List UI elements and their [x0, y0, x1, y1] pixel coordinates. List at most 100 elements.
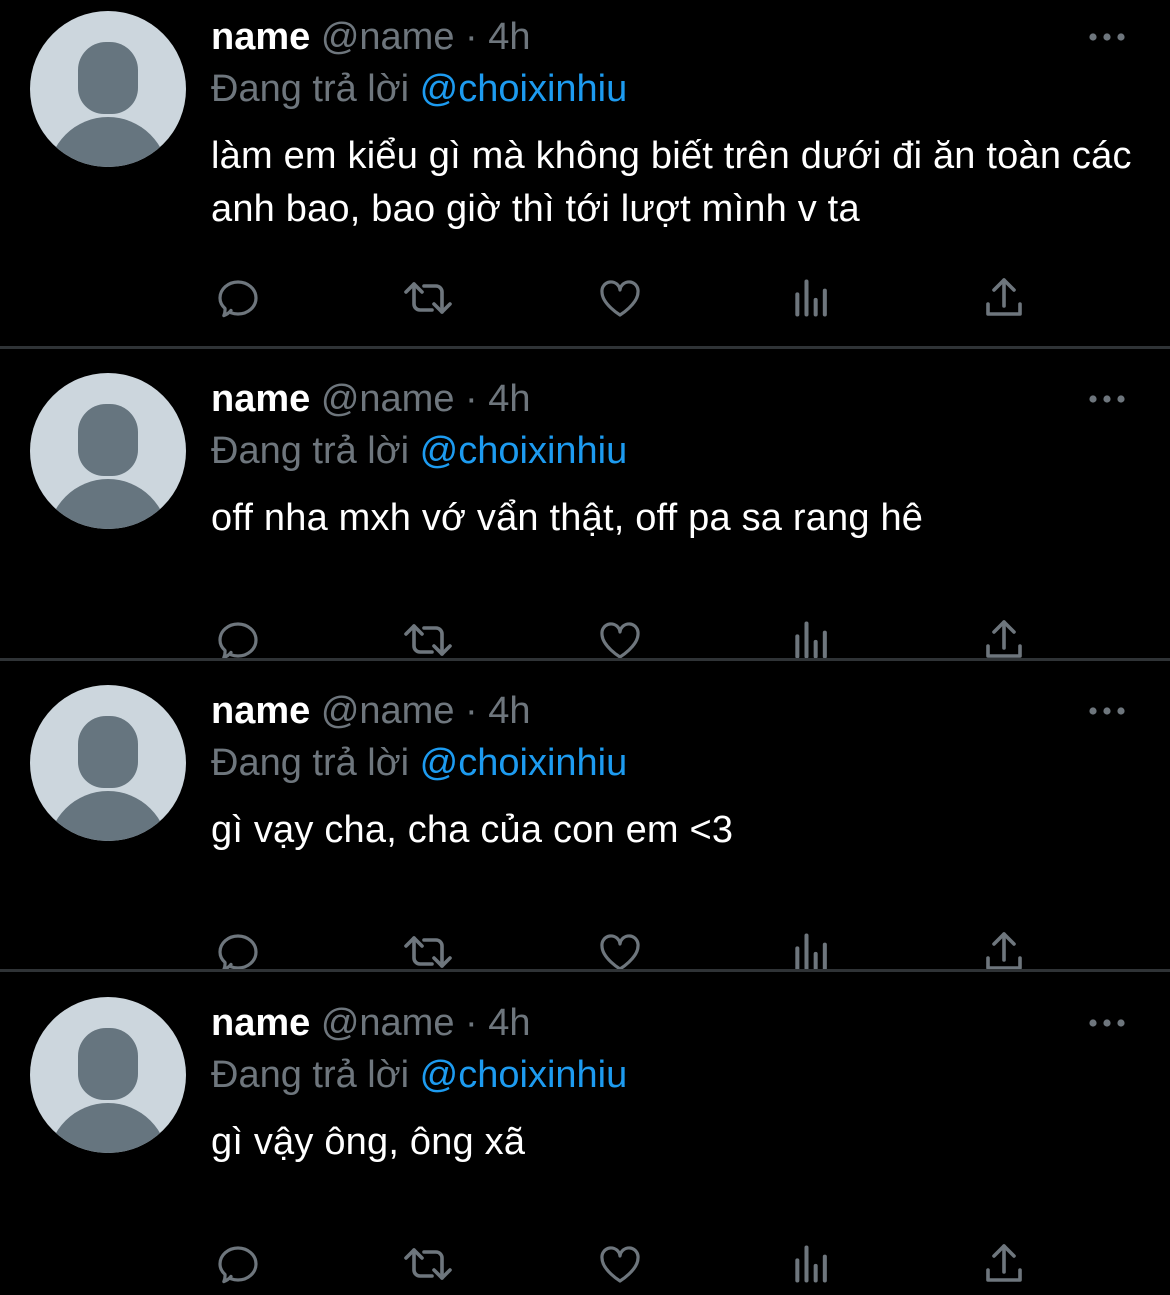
- analytics-icon: [790, 276, 834, 320]
- avatar-head: [78, 42, 138, 114]
- replying-to: Đang trả lời @choixinhiu: [211, 426, 627, 476]
- share-button[interactable]: [974, 610, 1034, 670]
- avatar[interactable]: [30, 997, 186, 1153]
- tweet[interactable]: name @name · 4h Đang trả lời @choixinhiu g…: [0, 986, 1170, 1295]
- replying-to: Đang trả lời @choixinhiu: [211, 64, 627, 114]
- tweet-header: name @name · 4h: [211, 12, 531, 62]
- more-button[interactable]: [1084, 20, 1130, 56]
- reply-mention-link[interactable]: @choixinhiu: [420, 1054, 628, 1096]
- avatar-body: [48, 791, 168, 841]
- reply-prefix: Đang trả lời: [211, 430, 410, 472]
- reply-prefix: Đang trả lời: [211, 68, 410, 110]
- timestamp[interactable]: 4h: [488, 378, 530, 420]
- tweet-text: làm em kiểu gì mà không biết trên dưới đ…: [211, 135, 1132, 230]
- tweet-header: name @name · 4h: [211, 686, 531, 736]
- retweet-icon: [399, 1240, 457, 1288]
- reply-icon: [213, 1240, 263, 1288]
- like-icon: [595, 616, 645, 664]
- reply-button[interactable]: [208, 610, 268, 670]
- avatar-body: [48, 479, 168, 529]
- more-button[interactable]: [1084, 382, 1130, 418]
- tweet-feed: name @name · 4h Đang trả lời @choixinhiu l…: [0, 0, 1170, 1284]
- display-name[interactable]: name: [211, 1002, 310, 1044]
- retweet-icon: [399, 616, 457, 664]
- analytics-icon: [790, 930, 834, 974]
- analytics-icon: [790, 618, 834, 662]
- avatar-head: [78, 404, 138, 476]
- more-horizontal-icon: [1087, 391, 1127, 409]
- replying-to: Đang trả lời @choixinhiu: [211, 738, 627, 788]
- more-horizontal-icon: [1087, 29, 1127, 47]
- user-handle[interactable]: @name: [321, 378, 455, 420]
- like-icon: [595, 1240, 645, 1288]
- more-horizontal-icon: [1087, 703, 1127, 721]
- reply-button[interactable]: [208, 268, 268, 328]
- tweet[interactable]: name @name · 4h Đang trả lời @choixinhiu g…: [0, 674, 1170, 983]
- reply-prefix: Đang trả lời: [211, 742, 410, 784]
- tweet-text: off nha mxh vớ vẩn thật, off pa sa rang …: [211, 497, 924, 539]
- tweet-header: name @name · 4h: [211, 998, 531, 1048]
- analytics-button[interactable]: [782, 1234, 842, 1294]
- analytics-button[interactable]: [782, 610, 842, 670]
- reply-mention-link[interactable]: @choixinhiu: [420, 68, 628, 110]
- avatar-body: [48, 117, 168, 167]
- tweet-header: name @name · 4h: [211, 374, 531, 424]
- replying-to: Đang trả lời @choixinhiu: [211, 1050, 627, 1100]
- reply-icon: [213, 274, 263, 322]
- avatar[interactable]: [30, 685, 186, 841]
- avatar-head: [78, 716, 138, 788]
- retweet-icon: [399, 274, 457, 322]
- reply-prefix: Đang trả lời: [211, 1054, 410, 1096]
- display-name[interactable]: name: [211, 378, 310, 420]
- analytics-button[interactable]: [782, 268, 842, 328]
- avatar[interactable]: [30, 11, 186, 167]
- reply-mention-link[interactable]: @choixinhiu: [420, 742, 628, 784]
- more-button[interactable]: [1084, 694, 1130, 730]
- avatar-head: [78, 1028, 138, 1100]
- like-button[interactable]: [590, 610, 650, 670]
- more-button[interactable]: [1084, 1006, 1130, 1042]
- tweet-text: gì vậy ông, ông xã: [211, 1121, 526, 1163]
- timestamp[interactable]: 4h: [488, 1002, 530, 1044]
- reply-mention-link[interactable]: @choixinhiu: [420, 430, 628, 472]
- retweet-button[interactable]: [398, 268, 458, 328]
- user-handle[interactable]: @name: [321, 690, 455, 732]
- divider: [0, 658, 1170, 661]
- separator-dot: ·: [465, 16, 478, 58]
- retweet-button[interactable]: [398, 610, 458, 670]
- retweet-button[interactable]: [398, 922, 458, 982]
- divider: [0, 346, 1170, 349]
- divider: [0, 969, 1170, 972]
- timestamp[interactable]: 4h: [488, 690, 530, 732]
- share-icon: [980, 274, 1028, 322]
- share-icon: [980, 616, 1028, 664]
- more-horizontal-icon: [1087, 1015, 1127, 1033]
- display-name[interactable]: name: [211, 690, 310, 732]
- tweet-text: gì vạy cha, cha của con em <3: [211, 809, 734, 851]
- display-name[interactable]: name: [211, 16, 310, 58]
- like-button[interactable]: [590, 922, 650, 982]
- analytics-button[interactable]: [782, 922, 842, 982]
- like-button[interactable]: [590, 1234, 650, 1294]
- user-handle[interactable]: @name: [321, 16, 455, 58]
- reply-button[interactable]: [208, 1234, 268, 1294]
- share-icon: [980, 1240, 1028, 1288]
- analytics-icon: [790, 1242, 834, 1286]
- separator-dot: ·: [465, 1002, 478, 1044]
- share-button[interactable]: [974, 1234, 1034, 1294]
- avatar-body: [48, 1103, 168, 1153]
- reply-button[interactable]: [208, 922, 268, 982]
- separator-dot: ·: [465, 378, 478, 420]
- reply-icon: [213, 616, 263, 664]
- retweet-button[interactable]: [398, 1234, 458, 1294]
- user-handle[interactable]: @name: [321, 1002, 455, 1044]
- timestamp[interactable]: 4h: [488, 16, 530, 58]
- like-icon: [595, 274, 645, 322]
- tweet[interactable]: name @name · 4h Đang trả lời @choixinhiu l…: [0, 0, 1170, 318]
- like-button[interactable]: [590, 268, 650, 328]
- share-button[interactable]: [974, 922, 1034, 982]
- tweet[interactable]: name @name · 4h Đang trả lời @choixinhiu o…: [0, 362, 1170, 671]
- share-button[interactable]: [974, 268, 1034, 328]
- separator-dot: ·: [465, 690, 478, 732]
- avatar[interactable]: [30, 373, 186, 529]
